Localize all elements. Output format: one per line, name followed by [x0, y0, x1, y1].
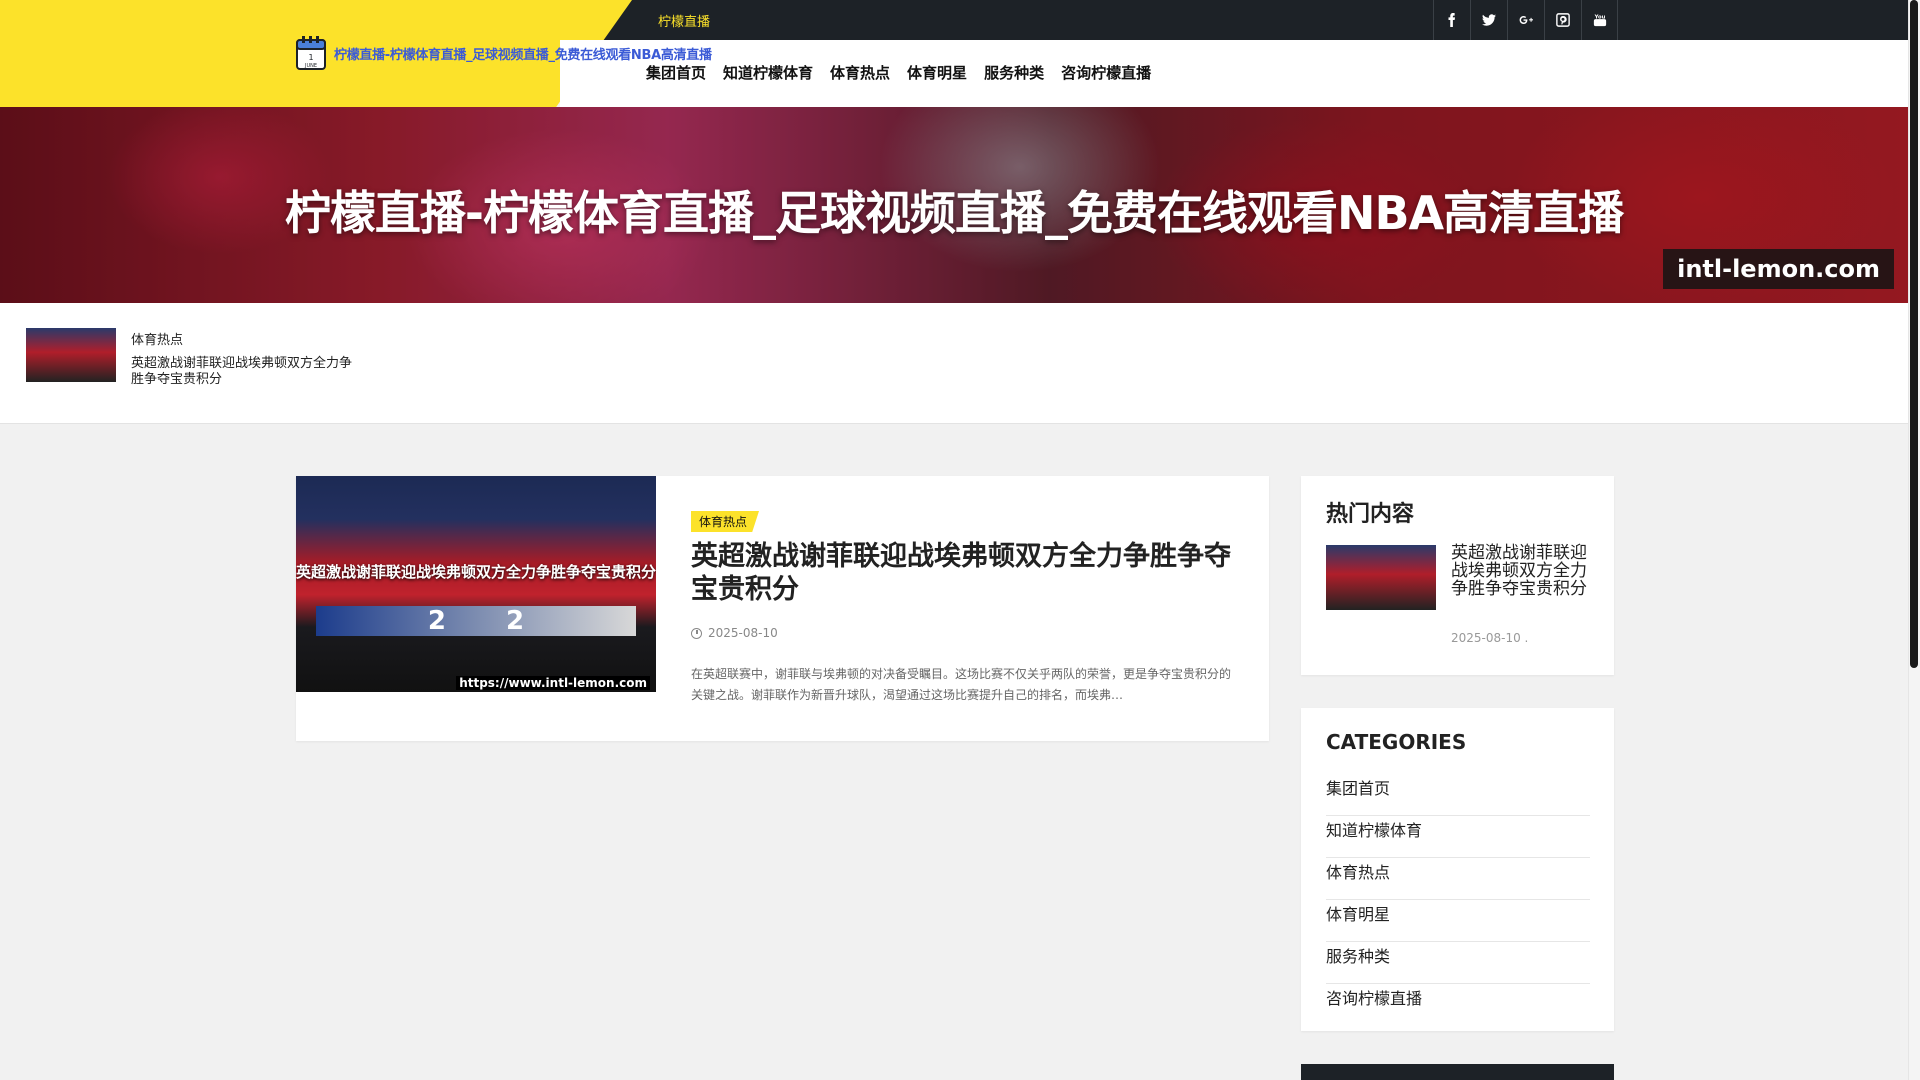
thumb-headline: 英超激战谢菲联迎战埃弗顿双方全力争胜争夺宝贵积分 [296, 563, 656, 581]
popular-item-date: 2025-08-10 . [1451, 631, 1529, 645]
thumb-score-home: 2 [427, 606, 446, 636]
topbar-site-title[interactable]: 柠檬直播 [658, 11, 710, 30]
categories-widget-title: CATEGORIES [1326, 730, 1467, 754]
nav-item-hot[interactable]: 体育热点 [830, 62, 890, 83]
thumb-scoreboard: 2 2 [316, 606, 636, 636]
thumb-url: https://www.intl-lemon.com [456, 676, 650, 690]
post-date-text: 2025-08-10 [708, 626, 778, 640]
nav-item-home[interactable]: 集团首页 [646, 62, 706, 83]
popular-widget: 热门内容 英超激战谢菲联迎战埃弗顿双方全力争胜争夺宝贵积分 2025-08-10… [1301, 476, 1614, 675]
site-name-link[interactable]: 柠檬直播-柠檬体育直播_足球视频直播_免费在线观看NBA高清直播 [334, 44, 712, 63]
nav-item-contact[interactable]: 咨询柠檬直播 [1061, 62, 1151, 83]
categories-widget: CATEGORIES 集团首页 知道柠檬体育 体育热点 体育明星 服务种类 咨询… [1301, 708, 1614, 1031]
popular-widget-title: 热门内容 [1326, 502, 1415, 527]
page-scrollbar[interactable] [1908, 0, 1920, 1080]
youtube-icon[interactable]: You [1581, 0, 1618, 40]
post-title[interactable]: 英超激战谢菲联迎战埃弗顿双方全力争胜争夺宝贵积分 [691, 540, 1251, 606]
nav-item-stars[interactable]: 体育明星 [907, 62, 967, 83]
ticker-thumbnail[interactable] [26, 328, 116, 382]
nav-item-about[interactable]: 知道柠檬体育 [723, 62, 813, 83]
calendar-logo-icon[interactable]: 1 JUNE [296, 36, 326, 70]
main-nav: 集团首页 知道柠檬体育 体育热点 体育明星 服务种类 咨询柠檬直播 [646, 62, 1168, 83]
category-item[interactable]: 体育明星 [1326, 900, 1590, 942]
hero-banner: 柠檬直播-柠檬体育直播_足球视频直播_免费在线观看NBA高清直播 intl-le… [0, 107, 1908, 303]
ticker-title[interactable]: 英超激战谢菲联迎战埃弗顿双方全力争胜争夺宝贵积分 [131, 356, 361, 388]
facebook-icon[interactable] [1433, 0, 1470, 40]
category-item[interactable]: 服务种类 [1326, 942, 1590, 984]
pinterest-icon[interactable] [1544, 0, 1581, 40]
featured-ticker: 体育热点 英超激战谢菲联迎战埃弗顿双方全力争胜争夺宝贵积分 [0, 303, 1908, 424]
category-item[interactable]: 集团首页 [1326, 774, 1590, 816]
thumb-score-away: 2 [506, 606, 525, 636]
category-list: 集团首页 知道柠檬体育 体育热点 体育明星 服务种类 咨询柠檬直播 [1326, 774, 1590, 1026]
hero-title: 柠檬直播-柠檬体育直播_足球视频直播_免费在线观看NBA高清直播 [284, 186, 1624, 240]
popular-item-title[interactable]: 英超激战谢菲联迎战埃弗顿双方全力争胜争夺宝贵积分 [1451, 544, 1591, 598]
category-item[interactable]: 体育热点 [1326, 858, 1590, 900]
twitter-icon[interactable] [1470, 0, 1507, 40]
svg-text:You: You [1593, 14, 1605, 20]
scrollbar-thumb[interactable] [1910, 0, 1918, 668]
ticker-category[interactable]: 体育热点 [131, 329, 183, 348]
category-item[interactable]: 咨询柠檬直播 [1326, 984, 1590, 1026]
svg-text:1: 1 [308, 53, 313, 62]
popular-item-thumbnail[interactable] [1326, 545, 1436, 610]
social-links: You [1433, 0, 1618, 40]
post-thumbnail[interactable]: 英超激战谢菲联迎战埃弗顿双方全力争胜争夺宝贵积分 2 2 https://www… [296, 476, 656, 692]
hero-watermark: intl-lemon.com [1663, 249, 1894, 289]
nav-item-services[interactable]: 服务种类 [984, 62, 1044, 83]
next-widget-header [1301, 1064, 1614, 1080]
google-plus-icon[interactable] [1507, 0, 1544, 40]
post-date: 2025-08-10 [691, 626, 778, 640]
svg-text:JUNE: JUNE [304, 63, 317, 69]
post-card: 英超激战谢菲联迎战埃弗顿双方全力争胜争夺宝贵积分 2 2 https://www… [296, 476, 1269, 741]
post-excerpt: 在英超联赛中，谢菲联与埃弗顿的对决备受瞩目。这场比赛不仅关乎两队的荣誉，更是争夺… [691, 667, 1232, 702]
clock-icon [691, 627, 702, 639]
post-category-badge[interactable]: 体育热点 [691, 511, 760, 532]
category-item[interactable]: 知道柠檬体育 [1326, 816, 1590, 858]
